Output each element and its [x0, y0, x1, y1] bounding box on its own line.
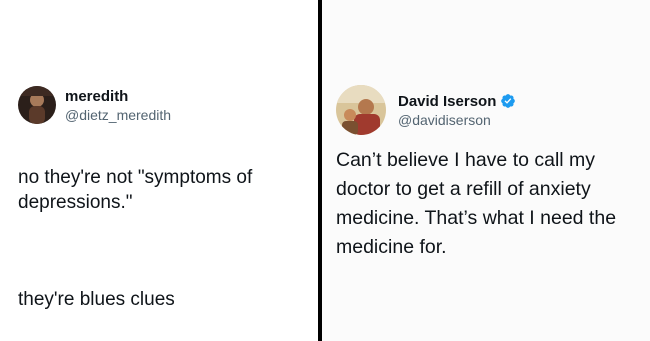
left-tweet-panel: meredith @dietz_meredith no they're not …: [0, 0, 318, 341]
tweet-text-line: they're blues clues: [18, 289, 175, 310]
avatar[interactable]: [336, 85, 386, 135]
display-name[interactable]: David Iserson: [398, 92, 496, 111]
right-tweet-panel: David Iserson @davidiserson Can’t believ…: [322, 0, 650, 341]
tweet-header: David Iserson @davidiserson: [336, 84, 640, 136]
tweet-text: no they're not "symptoms of depressions.…: [18, 140, 308, 337]
name-row: David Iserson: [398, 92, 516, 111]
handle[interactable]: @davidiserson: [398, 111, 516, 129]
display-name[interactable]: meredith: [65, 87, 171, 106]
avatar-photo-icon: [18, 86, 56, 124]
verified-badge-icon: [501, 94, 516, 108]
handle[interactable]: @dietz_meredith: [65, 106, 171, 124]
author-identity: David Iserson @davidiserson: [398, 92, 516, 129]
avatar-photo-icon: [336, 85, 386, 135]
tweet-card: David Iserson @davidiserson Can’t believ…: [336, 84, 640, 262]
tweet-text: Can’t believe I have to call my doctor t…: [336, 149, 617, 258]
author-identity: meredith @dietz_meredith: [65, 87, 171, 124]
tweet-card: meredith @dietz_meredith no they're not …: [18, 82, 308, 337]
avatar[interactable]: [18, 86, 56, 124]
tweet-header: meredith @dietz_meredith: [18, 82, 308, 128]
tweet-text-line: no they're not "symptoms of depressions.…: [18, 167, 253, 213]
